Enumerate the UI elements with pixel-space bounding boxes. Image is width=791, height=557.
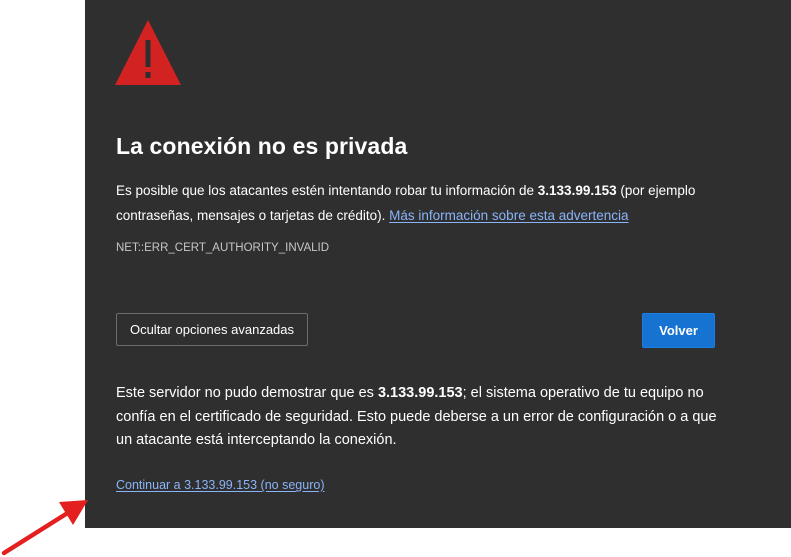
red-arrow-icon	[1, 500, 88, 556]
error-code: NET::ERR_CERT_AUTHORITY_INVALID	[116, 242, 330, 254]
details-host: 3.133.99.153	[377, 385, 463, 401]
warning-triangle-icon	[115, 20, 181, 85]
page: La conexión no es privada Es posible que…	[0, 0, 791, 557]
advanced-details-paragraph: Este servidor no pudo demostrar que es 3…	[116, 382, 724, 453]
back-button[interactable]: Volver	[642, 313, 715, 348]
learn-more-link[interactable]: Más información sobre esta advertencia	[389, 208, 628, 223]
intro-paragraph: Es posible que los atacantes estén inten…	[116, 178, 716, 228]
details-text-before: Este servidor no pudo demostrar que es	[116, 385, 378, 401]
page-title: La conexión no es privada	[116, 133, 408, 159]
intro-host: 3.133.99.153	[537, 183, 617, 198]
continue-unsafe-link[interactable]: Continuar a 3.133.99.153 (no seguro)	[116, 478, 324, 492]
intro-text-before: Es posible que los atacantes estén inten…	[116, 183, 538, 198]
hide-advanced-button[interactable]: Ocultar opciones avanzadas	[116, 313, 308, 346]
